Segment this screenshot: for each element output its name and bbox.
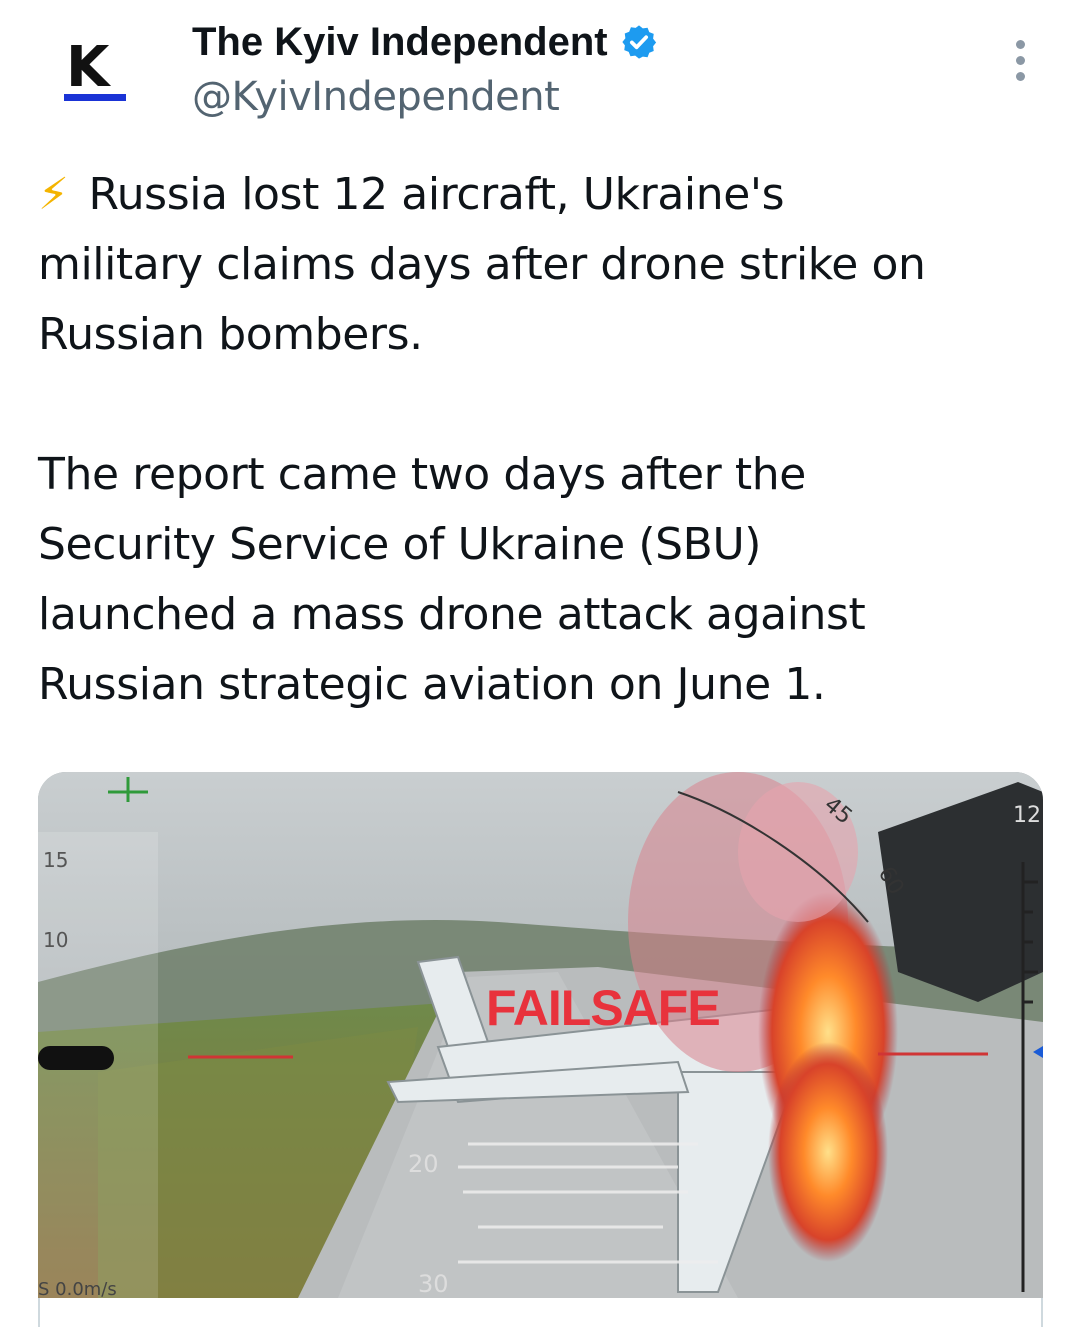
avatar-logo-letter: K	[66, 35, 109, 100]
name-row: The Kyiv Independent	[192, 16, 658, 68]
hud-scale-mid: 10	[43, 928, 68, 952]
media-border	[38, 1298, 40, 1327]
more-options-icon[interactable]	[1000, 40, 1040, 84]
verified-badge-icon	[621, 25, 656, 59]
hud-speed: S 0.0m/s	[38, 1279, 117, 1298]
display-name[interactable]: The Kyiv Independent	[192, 20, 608, 65]
tweet-header: K The Kyiv Independent @KyivIndependent	[0, 0, 1079, 140]
tweet-line: The report came two days after the	[38, 449, 806, 500]
drone-video-frame: 15 10 45 60 12 20 30 S 0.0m/s FAILSAFE	[38, 772, 1043, 1298]
failsafe-overlay-text: FAILSAFE	[486, 980, 720, 1036]
avatar[interactable]: K	[38, 22, 148, 132]
hud-pitch-30: 30	[418, 1270, 449, 1298]
tweet-media-image[interactable]: 15 10 45 60 12 20 30 S 0.0m/s FAILSAFE	[38, 772, 1043, 1298]
tweet-line: ⚡ Russia lost 12 aircraft, Ukraine's	[38, 169, 785, 220]
tweet-line: military claims days after drone strike …	[38, 239, 926, 290]
hud-scale-top: 15	[43, 848, 68, 872]
hud-right-value: 12	[1013, 803, 1041, 828]
tweet-line: Russian strategic aviation on June 1.	[38, 659, 826, 710]
avatar-logo-underline	[64, 94, 126, 101]
account-handle[interactable]: @KyivIndependent	[192, 74, 560, 120]
tweet-line: Security Service of Ukraine (SBU)	[38, 519, 762, 570]
tweet-line: Russian bombers.	[38, 309, 423, 360]
hud-pitch-20: 20	[408, 1150, 439, 1178]
tweet-text: ⚡ Russia lost 12 aircraft, Ukraine's mili…	[38, 160, 1048, 720]
lightning-bolt-icon: ⚡	[38, 169, 69, 220]
tweet-line: launched a mass drone attack against	[38, 589, 866, 640]
media-border	[1041, 1298, 1043, 1327]
